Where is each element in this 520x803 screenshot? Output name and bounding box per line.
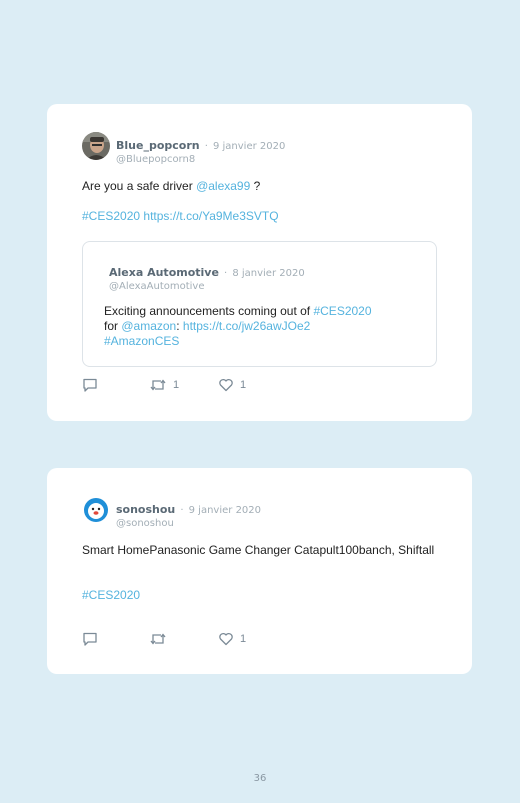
mention-link[interactable]: @alexa99 bbox=[196, 179, 250, 193]
like-button[interactable]: 1 bbox=[218, 376, 246, 394]
quoted-meta: Alexa Automotive · 8 janvier 2020 @Alexa… bbox=[109, 261, 305, 292]
reply-button[interactable] bbox=[82, 630, 98, 648]
quoted-tweet[interactable]: Alexa Automotive · 8 janvier 2020 @Alexa… bbox=[82, 241, 437, 367]
retweet-icon bbox=[150, 379, 166, 391]
tweet-text-part: Are you a safe driver bbox=[82, 179, 197, 193]
tweet-links: #CES2020 https://t.co/Ya9Me3SVTQ bbox=[82, 209, 279, 224]
quoted-date[interactable]: 8 janvier 2020 bbox=[232, 268, 304, 279]
tweet-date[interactable]: 9 janvier 2020 bbox=[189, 505, 261, 516]
reply-icon bbox=[83, 632, 97, 646]
tweet-header: Blue_popcorn · 9 janvier 2020 @Bluepopco… bbox=[82, 132, 442, 165]
retweet-icon bbox=[150, 633, 166, 645]
meta-separator: · bbox=[180, 505, 184, 516]
tweet-header: sonoshou · 9 janvier 2020 @sonoshou bbox=[82, 496, 442, 529]
page-number: 36 bbox=[253, 773, 267, 784]
tweet-text: Smart HomePanasonic Game Changer Catapul… bbox=[82, 543, 435, 557]
quoted-text-part: Exciting announcements coming out of bbox=[104, 304, 314, 318]
author-handle[interactable]: @sonoshou bbox=[116, 518, 261, 529]
tweet-text: Are you a safe driver @alexa99 ? bbox=[82, 179, 260, 194]
tweet-text-part: ? bbox=[250, 179, 261, 193]
hashtag-link[interactable]: #CES2020 bbox=[313, 304, 371, 318]
tweet-card: sonoshou · 9 janvier 2020 @sonoshou Smar… bbox=[47, 468, 472, 674]
author-name[interactable]: sonoshou bbox=[116, 503, 175, 516]
quoted-text-part: for bbox=[104, 319, 122, 333]
hashtag-link[interactable]: #CES2020 bbox=[82, 209, 140, 223]
like-count: 1 bbox=[240, 633, 247, 645]
mention-link[interactable]: @amazon bbox=[121, 319, 176, 333]
avatar-photo-icon bbox=[82, 132, 110, 160]
quoted-text-part: : bbox=[176, 319, 183, 333]
reply-icon bbox=[83, 378, 97, 392]
retweet-button[interactable]: 1 bbox=[149, 376, 179, 394]
quoted-author-name[interactable]: Alexa Automotive bbox=[109, 266, 219, 279]
tweet-meta: sonoshou · 9 janvier 2020 @sonoshou bbox=[116, 498, 261, 529]
tweet-actions: 1 bbox=[82, 630, 282, 648]
retweet-count: 1 bbox=[173, 379, 180, 391]
hashtag-link[interactable]: #CES2020 bbox=[82, 588, 140, 602]
meta-separator: · bbox=[204, 141, 208, 152]
quoted-text: Exciting announcements coming out of #CE… bbox=[104, 304, 424, 349]
avatar-character-icon bbox=[84, 498, 108, 522]
url-link[interactable]: https://t.co/jw26awJOe2 bbox=[183, 319, 310, 333]
heart-icon bbox=[219, 632, 233, 646]
tweet-actions: 1 1 bbox=[82, 376, 282, 394]
tweet-meta: Blue_popcorn · 9 janvier 2020 @Bluepopco… bbox=[116, 134, 285, 165]
author-handle[interactable]: @Bluepopcorn8 bbox=[116, 154, 285, 165]
avatar[interactable] bbox=[82, 496, 110, 524]
tweet-card: Blue_popcorn · 9 janvier 2020 @Bluepopco… bbox=[47, 104, 472, 421]
quoted-author-handle[interactable]: @AlexaAutomotive bbox=[109, 281, 305, 292]
like-button[interactable]: 1 bbox=[218, 630, 246, 648]
like-count: 1 bbox=[240, 379, 247, 391]
avatar[interactable] bbox=[82, 132, 110, 160]
reply-button[interactable] bbox=[82, 376, 98, 394]
author-name[interactable]: Blue_popcorn bbox=[116, 139, 200, 152]
hashtag-link[interactable]: #AmazonCES bbox=[104, 334, 179, 348]
retweet-button[interactable] bbox=[149, 630, 167, 648]
tweet-date[interactable]: 9 janvier 2020 bbox=[213, 141, 285, 152]
meta-separator: · bbox=[224, 268, 228, 279]
url-link[interactable]: https://t.co/Ya9Me3SVTQ bbox=[143, 209, 278, 223]
heart-icon bbox=[219, 378, 233, 392]
tweet-links: #CES2020 bbox=[82, 588, 140, 603]
